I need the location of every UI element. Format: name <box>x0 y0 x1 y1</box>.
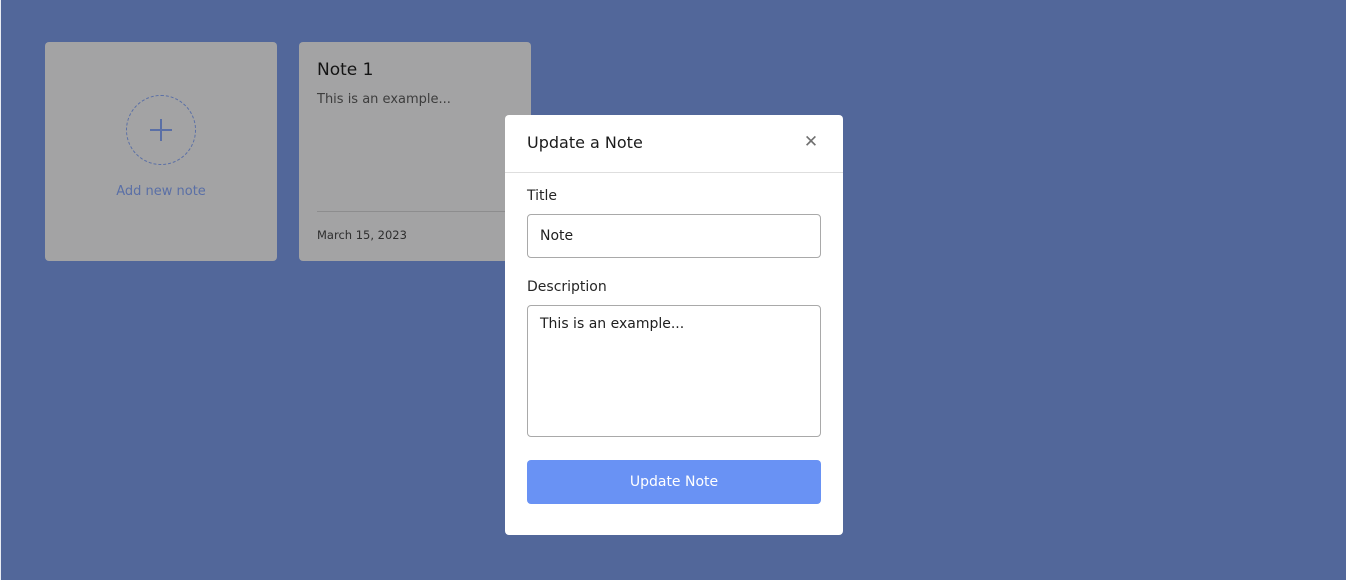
update-note-button[interactable]: Update Note <box>527 460 821 504</box>
title-input[interactable] <box>527 214 821 258</box>
note-description: This is an example... <box>317 92 451 107</box>
close-icon[interactable]: ✕ <box>803 133 819 151</box>
note-title: Note 1 <box>317 60 374 80</box>
add-note-label: Add new note <box>116 184 206 199</box>
note-date: March 15, 2023 <box>317 228 407 242</box>
title-label: Title <box>527 188 558 204</box>
description-label: Description <box>527 279 607 295</box>
update-note-modal: Update a Note ✕ Title Description This i… <box>505 115 843 535</box>
add-note-card[interactable]: Add new note <box>45 42 277 261</box>
note-card[interactable]: Note 1 This is an example... March 15, 2… <box>299 42 531 261</box>
description-input[interactable]: This is an example... <box>527 305 821 437</box>
frame-edge <box>0 0 1 580</box>
plus-icon-vertical <box>160 119 162 141</box>
modal-title: Update a Note <box>527 133 643 152</box>
note-divider <box>317 211 531 212</box>
modal-header: Update a Note ✕ <box>505 115 843 173</box>
plus-icon[interactable] <box>126 95 196 165</box>
